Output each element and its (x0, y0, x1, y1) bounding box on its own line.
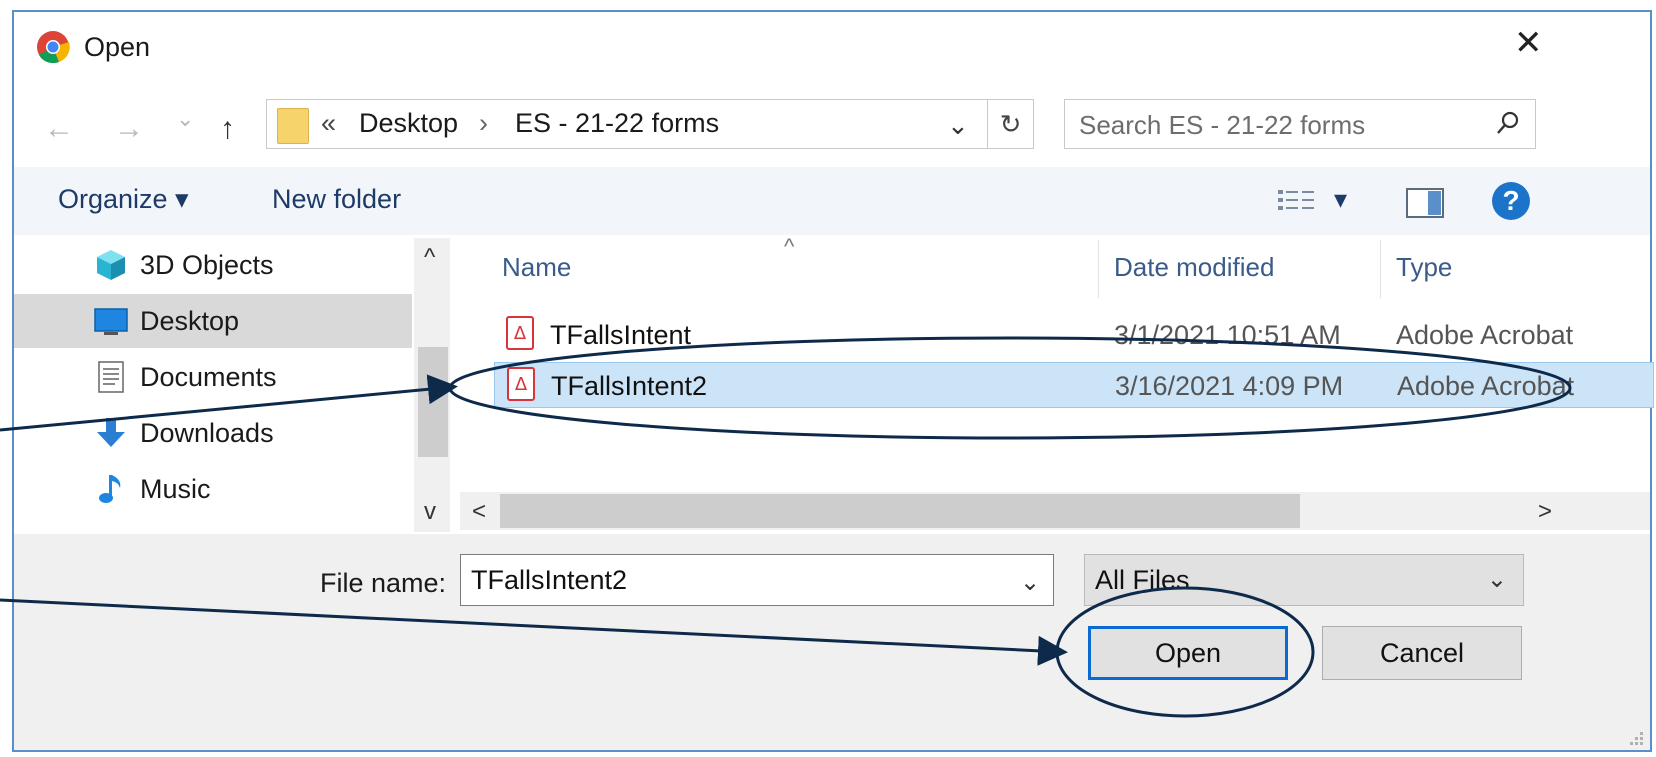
cancel-button[interactable]: Cancel (1322, 626, 1522, 680)
documents-icon (98, 361, 124, 393)
refresh-icon[interactable]: ↻ (988, 99, 1034, 149)
breadcrumb-current-folder[interactable]: ES - 21-22 forms (515, 108, 719, 139)
resize-grip-icon[interactable] (1626, 728, 1646, 748)
3d-objects-icon (97, 250, 125, 280)
forward-arrow-icon[interactable]: → (114, 112, 144, 146)
sidebar-item-label: Desktop (140, 306, 240, 336)
open-file-dialog: Open ✕ ← → ⌄ ↑ « Desktop › ES - 21-22 fo… (12, 10, 1654, 752)
sidebar-item-documents[interactable]: Documents (14, 350, 412, 404)
organize-button[interactable]: Organize ▾ (58, 184, 189, 215)
file-name: TFallsIntent (550, 320, 692, 350)
new-folder-button[interactable]: New folder (272, 184, 401, 215)
sidebar-item-downloads[interactable]: Downloads (14, 406, 412, 460)
file-date: 3/16/2021 4:09 PM (1115, 371, 1344, 401)
column-header-name[interactable]: Name (502, 252, 571, 283)
column-divider[interactable] (1380, 240, 1381, 298)
file-type: Adobe Acrobat (1396, 320, 1574, 350)
address-dropdown-icon[interactable]: ⌄ (947, 110, 969, 141)
file-row-selected[interactable]: ᐃ TFallsIntent2 3/16/2021 4:09 PM Adobe … (494, 362, 1654, 408)
column-divider[interactable] (1098, 240, 1099, 298)
sidebar-item-label: Music (140, 474, 211, 504)
downloads-icon (97, 418, 125, 447)
view-options-icon[interactable] (1278, 188, 1318, 218)
sidebar-item-music[interactable]: Music (14, 462, 412, 516)
sidebar-item-label: 3D Objects (140, 250, 274, 280)
command-toolbar (14, 167, 1650, 235)
preview-pane-icon[interactable] (1406, 188, 1444, 218)
breadcrumb-desktop[interactable]: Desktop (359, 108, 458, 139)
file-name-dropdown-icon[interactable]: ⌄ (1020, 568, 1040, 597)
file-type-select[interactable]: All Files ⌄ (1084, 554, 1524, 606)
scroll-up-arrow-icon[interactable]: ^ (424, 244, 435, 272)
sidebar-item-label: Downloads (140, 418, 274, 448)
recent-locations-chevron-icon[interactable]: ⌄ (176, 106, 194, 132)
file-type: Adobe Acrobat (1397, 371, 1575, 401)
help-icon[interactable]: ? (1492, 182, 1530, 220)
pdf-file-icon: ᐃ (506, 316, 534, 350)
scroll-left-arrow-icon[interactable]: < (472, 498, 486, 526)
breadcrumb-overflow[interactable]: « (321, 108, 336, 139)
file-name-input[interactable] (460, 554, 1054, 606)
file-list-scroll-thumb[interactable] (500, 494, 1300, 528)
nav-pane-scroll-thumb[interactable] (418, 347, 448, 457)
desktop-icon (94, 308, 128, 335)
file-name-label: File name: (320, 568, 447, 598)
folder-icon (277, 108, 309, 144)
scroll-right-arrow-icon[interactable]: > (1538, 498, 1552, 526)
up-arrow-icon[interactable]: ↑ (220, 112, 235, 146)
search-box[interactable] (1064, 99, 1536, 149)
open-button[interactable]: Open (1088, 626, 1288, 680)
file-name: TFallsIntent2 (551, 371, 708, 401)
chrome-icon (37, 31, 70, 64)
sidebar-item-label: Documents (140, 362, 277, 392)
file-date: 3/1/2021 10:51 AM (1114, 320, 1341, 350)
sort-ascending-icon: ^ (784, 234, 795, 259)
sidebar-item-desktop[interactable]: Desktop (14, 294, 412, 348)
column-header-type[interactable]: Type (1396, 252, 1452, 283)
dialog-title: Open (84, 32, 151, 62)
chevron-down-icon: ⌄ (1486, 566, 1507, 593)
file-row[interactable]: ᐃ TFallsIntent 3/1/2021 10:51 AM Adobe A… (494, 312, 1654, 358)
search-icon[interactable] (1495, 110, 1521, 136)
sidebar-item-3d-objects[interactable]: 3D Objects (14, 238, 412, 292)
scroll-down-arrow-icon[interactable]: v (424, 498, 436, 526)
back-arrow-icon[interactable]: ← (44, 112, 74, 146)
breadcrumb-separator[interactable]: › (479, 108, 488, 139)
music-icon (99, 475, 121, 503)
pdf-file-icon: ᐃ (507, 367, 535, 401)
column-header-date-modified[interactable]: Date modified (1114, 252, 1274, 283)
address-bar[interactable]: « Desktop › ES - 21-22 forms ⌄ (266, 99, 988, 149)
close-icon[interactable]: ✕ (1514, 26, 1543, 60)
file-type-selected-value: All Files (1095, 565, 1190, 595)
view-options-chevron-icon[interactable]: ▾ (1334, 184, 1347, 215)
search-input[interactable] (1077, 108, 1471, 142)
